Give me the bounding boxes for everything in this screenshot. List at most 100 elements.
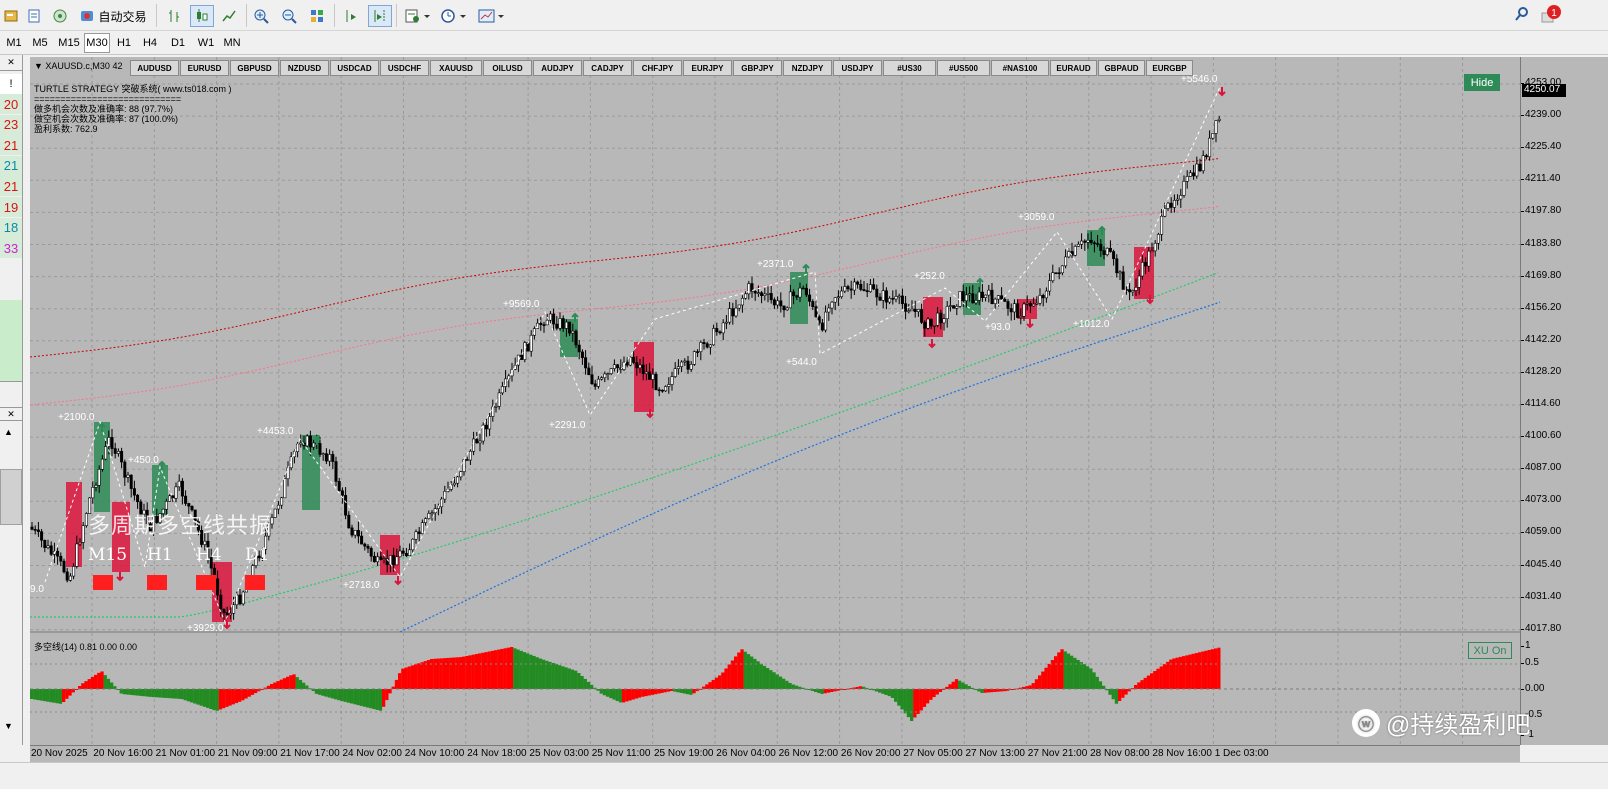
zoom-in-icon[interactable] — [250, 5, 272, 27]
weibo-logo-icon: ⓦ — [1352, 708, 1380, 737]
market-watch-icon[interactable] — [50, 5, 70, 27]
timeframe-m5[interactable]: M5 — [28, 33, 52, 53]
timeframe-m15[interactable]: M15 — [56, 33, 82, 53]
info-line: 做空机会次数及准确率: 87 (100.0%) — [34, 114, 179, 124]
line-chart-icon[interactable] — [218, 5, 240, 27]
notification-icon[interactable]: 1 — [1540, 4, 1562, 29]
tf-signal-box — [245, 575, 265, 590]
symbol-tab-audjpy[interactable]: AUDJPY — [533, 60, 582, 76]
tf-signal-box — [93, 575, 113, 590]
candles-icon[interactable] — [190, 5, 214, 27]
symbol-tab-us500[interactable]: #US500 — [937, 60, 990, 76]
tile-icon[interactable] — [306, 5, 328, 27]
tf-signal-box — [147, 575, 167, 590]
trade-result-label: +3059.0 — [1018, 212, 1055, 223]
trade-result-label: +1012.0 — [1073, 319, 1110, 330]
sell-arrow-icon — [1026, 319, 1034, 329]
symbol-tab-euraud[interactable]: EURAUD — [1050, 60, 1097, 76]
symbol-tab-xauusd[interactable]: XAUUSD — [430, 60, 482, 76]
scroll-down-arrow-icon[interactable]: ▼ — [4, 721, 13, 731]
status-bar — [0, 762, 1608, 789]
price-tick: 4225.40 — [1520, 141, 1562, 153]
xu-on-button[interactable]: XU On — [1468, 642, 1512, 659]
timeframe-m1[interactable]: M1 — [2, 33, 26, 53]
bar-chart-icon[interactable] — [164, 5, 186, 27]
trade-result-label: +2371.0 — [757, 259, 794, 270]
symbol-tab-us30[interactable]: #US30 — [883, 60, 936, 76]
upper-band-line — [30, 158, 1219, 358]
time-tick: 20 Nov 16:00 — [93, 748, 153, 759]
zoom-out-icon[interactable] — [278, 5, 300, 27]
time-tick: 28 Nov 16:00 — [1152, 748, 1212, 759]
sell-arrow-icon — [1218, 87, 1226, 97]
price-tick: 4114.60 — [1520, 398, 1561, 409]
chart-canvas[interactable]: +2100.0 +450.0 +4453.0 +9569.0 +2291.0 +2718.… — [30, 57, 1520, 745]
price-tick: 4142.20 — [1520, 333, 1562, 345]
timeframe-h4[interactable]: H4 — [138, 33, 162, 53]
symbol-tab-usdcad[interactable]: USDCAD — [330, 60, 379, 76]
periods-icon[interactable] — [438, 5, 470, 27]
autotrade-button[interactable]: 自动交易 — [76, 5, 150, 27]
trade-result-label: +450.0 — [128, 455, 159, 466]
tf-label-h4: H4 — [196, 545, 222, 565]
scrollbar-thumb[interactable] — [0, 469, 22, 525]
symbol-tab-usdjpy[interactable]: USDJPY — [833, 60, 882, 76]
timeframe-d1[interactable]: D1 — [166, 33, 190, 53]
side-signal-count: 18 — [0, 217, 22, 238]
time-tick: 25 Nov 19:00 — [654, 748, 714, 759]
symbol-tab-chfjpy[interactable]: CHFJPY — [633, 60, 682, 76]
new-order-icon[interactable] — [2, 5, 20, 27]
symbol-tab-oilusd[interactable]: OILUSD — [483, 60, 532, 76]
side-close-icon-2[interactable]: ✕ — [0, 407, 22, 421]
price-tick: 4183.80 — [1520, 237, 1562, 249]
symbol-tab-eurjpy[interactable]: EURJPY — [683, 60, 732, 76]
symbol-tab-gbpjpy[interactable]: GBPJPY — [733, 60, 782, 76]
symbol-tab-nzdusd[interactable]: NZDUSD — [280, 60, 329, 76]
symbol-tab-cadjpy[interactable]: CADJPY — [583, 60, 632, 76]
time-tick: 25 Nov 03:00 — [529, 748, 589, 759]
autoscroll-icon[interactable] — [340, 5, 362, 27]
time-tick: 27 Nov 13:00 — [965, 748, 1026, 759]
symbol-tab-usdchf[interactable]: USDCHF — [380, 60, 429, 76]
symbol-tab-eurusd[interactable]: EURUSD — [180, 60, 229, 76]
scroll-up-arrow-icon[interactable]: ▲ — [4, 427, 13, 437]
price-chart[interactable]: +2100.0 +450.0 +4453.0 +9569.0 +2291.0 +2718.… — [30, 57, 1520, 745]
indicators-icon[interactable] — [402, 5, 434, 27]
subwindow-histogram — [30, 647, 1221, 721]
symbol-tab-eurgbp[interactable]: EURGBP — [1146, 60, 1193, 76]
hide-button[interactable]: Hide — [1464, 74, 1500, 91]
symbol-tab-nzdjpy[interactable]: NZDJPY — [783, 60, 832, 76]
info-line: 做多机会次数及准确率: 88 (97.7%) — [34, 104, 174, 114]
side-signal-count: 19 — [0, 197, 22, 217]
time-tick: 26 Nov 12:00 — [778, 748, 839, 759]
side-close-icon[interactable]: ✕ — [0, 55, 22, 71]
search-icon[interactable] — [1514, 6, 1530, 25]
sell-arrow-icon — [928, 339, 936, 349]
signal-box — [1134, 247, 1154, 299]
profiles-icon[interactable] — [24, 5, 44, 27]
buy-arrow-icon — [802, 263, 810, 273]
time-tick: 28 Nov 08:00 — [1090, 748, 1150, 759]
mid-band-line — [30, 206, 1219, 406]
time-tick: 24 Nov 02:00 — [342, 748, 403, 759]
symbol-tab-nas100[interactable]: #NAS100 — [991, 60, 1049, 76]
symbol-tab-gbpusd[interactable]: GBPUSD — [230, 60, 279, 76]
price-tick: 4239.00 — [1520, 109, 1562, 121]
side-scroll-area — [0, 300, 22, 382]
timeframe-w1[interactable]: W1 — [194, 33, 218, 53]
price-tick: 4087.00 — [1520, 462, 1562, 474]
trade-result-label: +3929.0 — [187, 623, 224, 634]
info-line: 盈利系数: 762.9 — [34, 124, 98, 134]
trade-result-label: +93.0 — [985, 322, 1011, 333]
side-signal-count: 21 — [0, 155, 22, 176]
templates-icon[interactable] — [476, 5, 508, 27]
timeframe-h1[interactable]: H1 — [112, 33, 136, 53]
chart-shift-icon[interactable] — [368, 5, 392, 27]
symbol-tab-audusd[interactable]: AUDUSD — [130, 60, 179, 76]
timeframe-mn[interactable]: MN — [220, 33, 244, 53]
price-axis: 4253.00 4239.00 4225.40 4211.40 4197.80 4183.… — [1520, 57, 1608, 745]
terminal-window: 自动交易 1 M1 M5 M15 M30 H1 H4 D1 W1 MN ✕ ! … — [0, 0, 1608, 789]
timeframe-m30[interactable]: M30 — [84, 33, 110, 53]
symbol-tab-gbpaud[interactable]: GBPAUD — [1098, 60, 1145, 76]
price-tick: 4073.00 — [1520, 494, 1562, 506]
